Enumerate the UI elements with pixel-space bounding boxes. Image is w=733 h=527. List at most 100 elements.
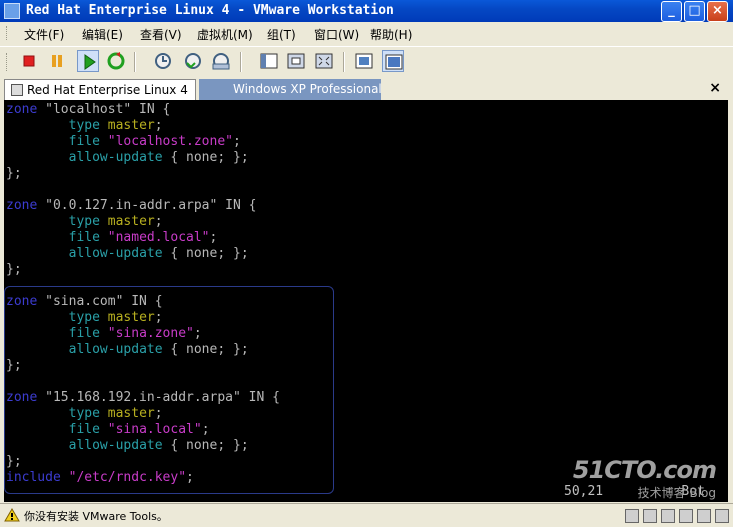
play-icon[interactable] — [77, 50, 99, 72]
watermark-subtitle: 技术博客 Blog — [637, 486, 716, 500]
terminal-line: allow-update { none; }; — [6, 150, 249, 166]
vm-console[interactable]: zone "localhost" IN { type master; file … — [4, 100, 728, 502]
terminal-token: "named.local" — [107, 230, 210, 245]
terminal-line: }; — [6, 454, 22, 470]
tab-windows-xp[interactable]: Windows XP Professional — [199, 79, 382, 100]
terminal-token: master — [107, 214, 155, 229]
terminal-token: ; — [193, 326, 202, 341]
maximize-button[interactable]: □ — [684, 1, 705, 22]
toolbar-separator — [240, 52, 242, 72]
terminal-token: master — [107, 310, 155, 325]
quick-switch-icon[interactable] — [313, 50, 335, 72]
terminal-token: "sina.zone" — [107, 326, 194, 341]
pause-icon[interactable] — [46, 50, 68, 72]
terminal-token: zone — [6, 294, 38, 309]
warning-icon — [4, 508, 20, 522]
terminal-token: zone — [6, 102, 38, 117]
terminal-token: file — [68, 230, 100, 245]
terminal-line: file "localhost.zone"; — [6, 134, 241, 150]
terminal-line: file "named.local"; — [6, 230, 218, 246]
tab-label: Windows XP Professional — [233, 82, 382, 96]
terminal-token: zone — [6, 390, 38, 405]
snapshot-icon[interactable] — [152, 50, 174, 72]
terminal-token: type — [68, 118, 100, 133]
terminal-token: ; — [186, 470, 194, 485]
sound-icon[interactable] — [715, 509, 729, 523]
terminal-token: "localhost.zone" — [107, 134, 233, 149]
minimize-button[interactable]: _ — [661, 1, 682, 22]
vm-tab-bar: Red Hat Enterprise Linux 4 Windows XP Pr… — [0, 78, 733, 100]
terminal-token: "sina.local" — [107, 422, 202, 437]
network-icon[interactable] — [679, 509, 693, 523]
snapshot-manager-icon[interactable] — [210, 50, 232, 72]
terminal-token: ; — [154, 406, 163, 421]
terminal-token: ; — [201, 422, 210, 437]
revert-snapshot-icon[interactable] — [182, 50, 204, 72]
close-button[interactable]: × — [707, 1, 728, 22]
terminal-token: allow-update — [68, 342, 163, 357]
menu-file[interactable]: 文件(F) — [24, 26, 64, 43]
terminal-line: allow-update { none; }; — [6, 438, 249, 454]
terminal-token: type — [68, 406, 100, 421]
menu-window[interactable]: 窗口(W) — [314, 26, 359, 43]
menu-grip — [6, 26, 9, 40]
toolbar-grip — [6, 53, 9, 71]
terminal-token: master — [107, 118, 155, 133]
menu-view[interactable]: 查看(V) — [140, 26, 182, 43]
terminal-line: zone "15.168.192.in-addr.arpa" IN { — [6, 390, 280, 406]
terminal-token: ; — [233, 134, 241, 149]
toolbar-separator — [343, 52, 345, 72]
summary-view-icon[interactable] — [382, 50, 404, 72]
terminal-token: file — [68, 134, 100, 149]
menu-edit[interactable]: 编辑(E) — [82, 26, 123, 43]
terminal-line: allow-update { none; }; — [6, 246, 249, 262]
hdd-icon[interactable] — [625, 509, 639, 523]
sidebar-icon[interactable] — [258, 50, 280, 72]
terminal-line: file "sina.local"; — [6, 422, 210, 438]
vm-tab-icon — [11, 84, 23, 96]
cdrom-icon[interactable] — [643, 509, 657, 523]
reset-icon[interactable] — [105, 50, 127, 72]
terminal-token: allow-update — [68, 150, 163, 165]
usb-icon[interactable] — [697, 509, 711, 523]
terminal-token: master — [107, 406, 155, 421]
close-tab-button[interactable]: × — [709, 80, 721, 96]
terminal-token: "0.0.127.in-addr.arpa" IN { — [37, 198, 257, 213]
terminal-token: }; — [6, 166, 22, 181]
stop-icon[interactable] — [18, 50, 40, 72]
fullscreen-icon[interactable] — [285, 50, 307, 72]
terminal-token: { none; }; — [162, 246, 249, 261]
menu-help[interactable]: 帮助(H) — [370, 26, 412, 43]
terminal-token: "/etc/rndc.key" — [68, 470, 187, 485]
terminal-token: ; — [154, 214, 163, 229]
terminal-token: }; — [6, 262, 22, 277]
terminal-token: allow-update — [68, 246, 163, 261]
terminal-token: allow-update — [68, 438, 163, 453]
terminal-token: file — [68, 422, 100, 437]
tab-red-hat[interactable]: Red Hat Enterprise Linux 4 — [4, 79, 196, 100]
menu-vm[interactable]: 虚拟机(M) — [197, 26, 253, 43]
menu-team[interactable]: 组(T) — [267, 26, 296, 43]
terminal-line: zone "0.0.127.in-addr.arpa" IN { — [6, 198, 256, 214]
terminal-line: }; — [6, 262, 22, 278]
toolbar — [0, 46, 733, 76]
terminal-token: ; — [154, 118, 163, 133]
terminal-token: { none; }; — [162, 150, 249, 165]
terminal-token: include — [6, 470, 61, 485]
console-view-icon[interactable] — [353, 50, 375, 72]
floppy-icon[interactable] — [661, 509, 675, 523]
terminal-line: zone "localhost" IN { — [6, 102, 170, 118]
